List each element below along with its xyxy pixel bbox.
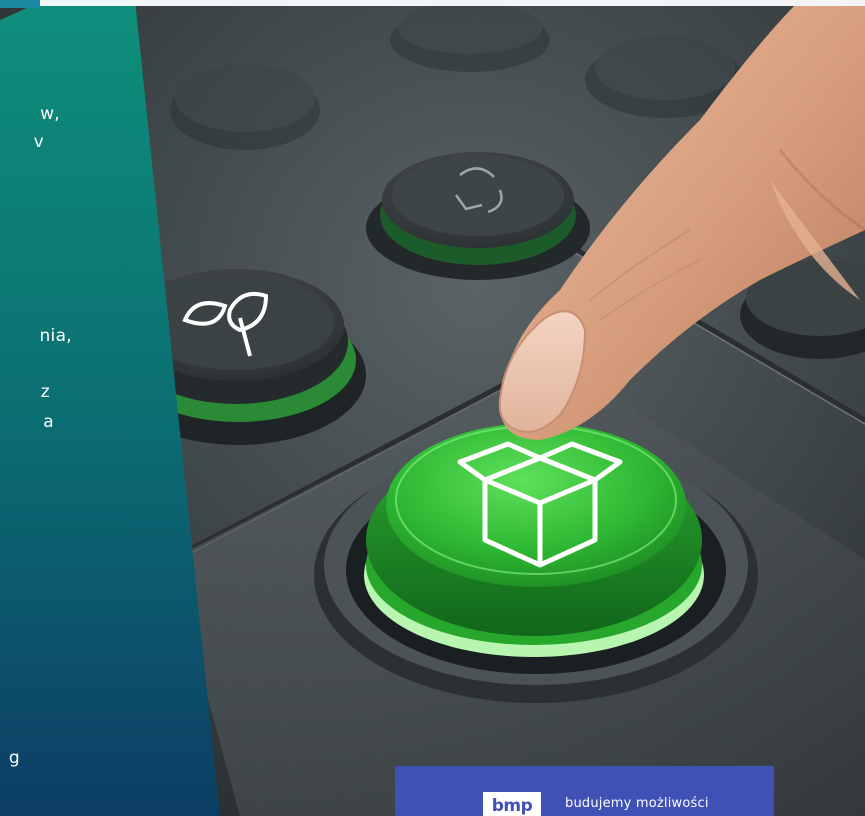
- brand-footer: bmp budujemy możliwości: [395, 766, 774, 816]
- panel-text-fragment: v: [33, 132, 44, 152]
- panel-text-fragment: a: [43, 412, 54, 432]
- panel-text-fragment: g: [8, 748, 20, 768]
- left-text-panel: w, v nia, z a g: [0, 0, 220, 816]
- panel-text-fragment: nia,: [39, 326, 72, 346]
- panel-text-fragment: z: [40, 382, 50, 402]
- panel-text-fragment: w,: [40, 104, 60, 124]
- brand-tagline: budujemy możliwości: [565, 796, 709, 811]
- bmp-logo: bmp: [483, 792, 541, 816]
